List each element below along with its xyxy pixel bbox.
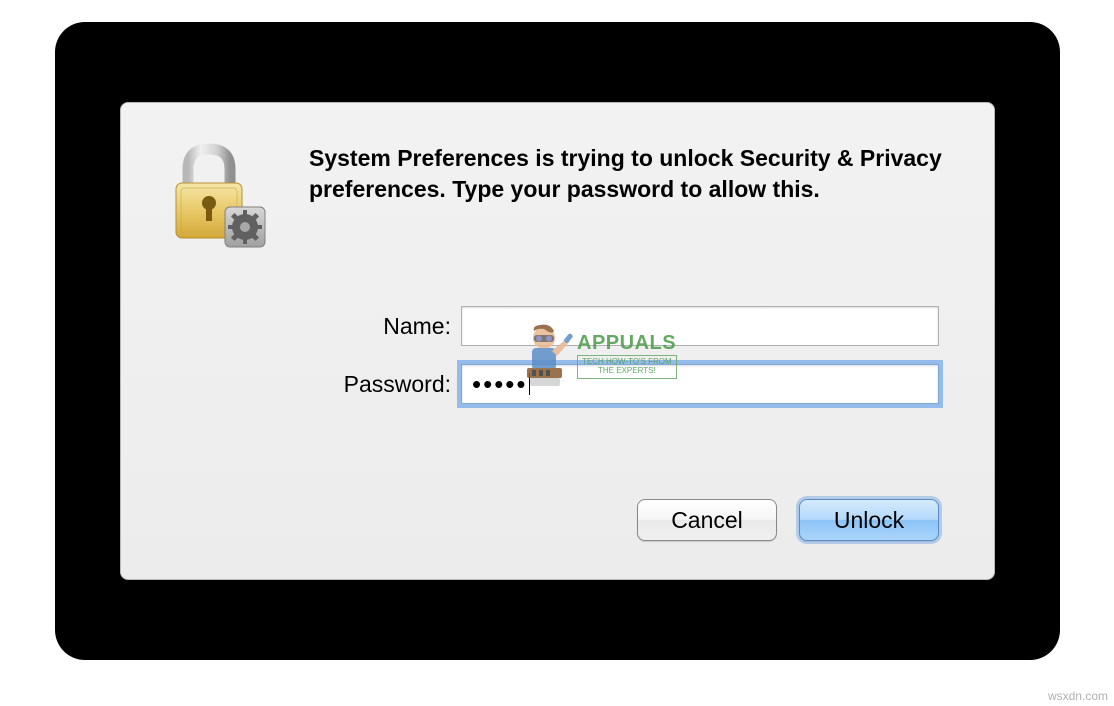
text-cursor: [529, 373, 530, 395]
screenshot-frame: System Preferences is trying to unlock S…: [55, 22, 1060, 660]
source-credit: wsxdn.com: [1048, 689, 1108, 703]
dialog-button-row: Cancel Unlock: [161, 499, 954, 549]
password-value: •••••: [472, 371, 528, 397]
dialog-header-area: System Preferences is trying to unlock S…: [161, 141, 954, 251]
dialog-message: System Preferences is trying to unlock S…: [309, 141, 954, 251]
credentials-form: Name: Password: •••••: [161, 306, 954, 404]
cancel-button[interactable]: Cancel: [637, 499, 777, 541]
name-field[interactable]: [461, 306, 939, 346]
password-row: Password: •••••: [326, 364, 939, 404]
password-field[interactable]: •••••: [461, 364, 939, 404]
name-row: Name:: [326, 306, 939, 346]
security-lock-icon: [161, 141, 271, 251]
password-label: Password:: [326, 371, 451, 398]
name-label: Name:: [326, 313, 451, 340]
authentication-dialog: System Preferences is trying to unlock S…: [120, 102, 995, 580]
unlock-button[interactable]: Unlock: [799, 499, 939, 541]
